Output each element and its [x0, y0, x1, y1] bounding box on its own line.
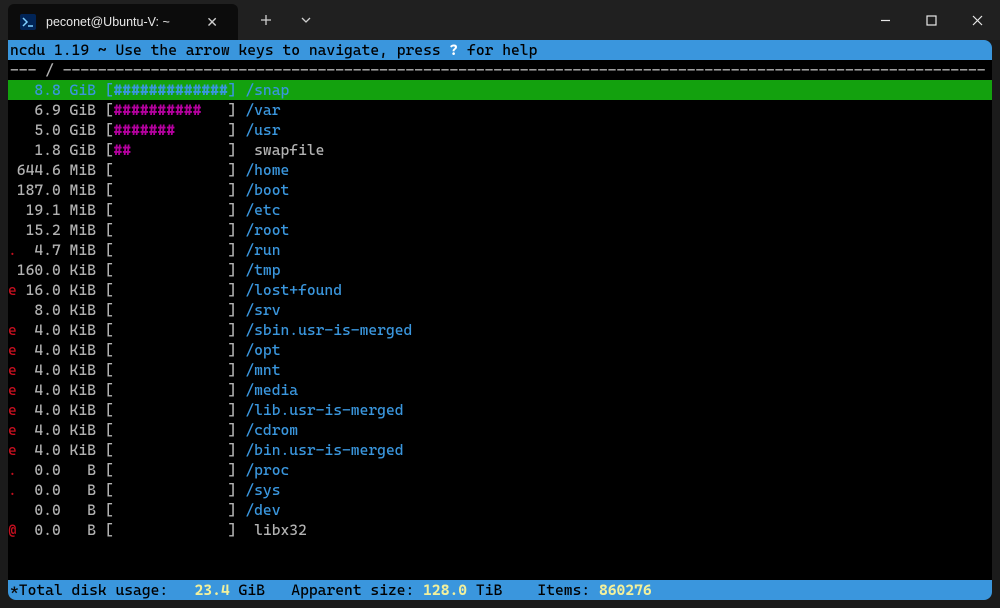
- window-titlebar: peconet@Ubuntu-V: ~ ✕: [0, 0, 1000, 40]
- ncdu-row[interactable]: 0.0 B [ ] /dev: [8, 500, 992, 520]
- ncdu-row[interactable]: e 4.0 KiB [ ] /sbin.usr-is-merged: [8, 320, 992, 340]
- ncdu-path-line: --- / ----------------------------------…: [8, 60, 992, 80]
- ncdu-row[interactable]: 19.1 MiB [ ] /etc: [8, 200, 992, 220]
- ncdu-row[interactable]: e 4.0 KiB [ ] /mnt: [8, 360, 992, 380]
- ncdu-row[interactable]: 160.0 KiB [ ] /tmp: [8, 260, 992, 280]
- ncdu-row[interactable]: 187.0 MiB [ ] /boot: [8, 180, 992, 200]
- ncdu-row[interactable]: 8.0 KiB [ ] /srv: [8, 300, 992, 320]
- ncdu-row[interactable]: e 4.0 KiB [ ] /opt: [8, 340, 992, 360]
- ncdu-row[interactable]: 8.8 GiB [#############] /snap: [8, 80, 992, 100]
- ncdu-row[interactable]: 15.2 MiB [ ] /root: [8, 220, 992, 240]
- ncdu-footer: *Total disk usage: 23.4 GiB Apparent siz…: [8, 580, 992, 600]
- powershell-icon: [20, 14, 36, 30]
- close-tab-icon[interactable]: ✕: [200, 12, 224, 33]
- ncdu-row[interactable]: 1.8 GiB [## ] swapfile: [8, 140, 992, 160]
- ncdu-row[interactable]: @ 0.0 B [ ] libx32: [8, 520, 992, 540]
- ncdu-row[interactable]: e 4.0 KiB [ ] /lib.usr-is-merged: [8, 400, 992, 420]
- terminal-tab[interactable]: peconet@Ubuntu-V: ~ ✕: [8, 4, 238, 40]
- ncdu-row[interactable]: . 0.0 B [ ] /proc: [8, 460, 992, 480]
- tab-dropdown-button[interactable]: [286, 0, 326, 40]
- ncdu-row[interactable]: e 4.0 KiB [ ] /bin.usr-is-merged: [8, 440, 992, 460]
- ncdu-row[interactable]: . 4.7 MiB [ ] /run: [8, 240, 992, 260]
- ncdu-row[interactable]: e 4.0 KiB [ ] /cdrom: [8, 420, 992, 440]
- terminal-viewport[interactable]: ncdu 1.19 ~ Use the arrow keys to naviga…: [8, 40, 992, 600]
- maximize-button[interactable]: [908, 0, 954, 40]
- new-tab-button[interactable]: [246, 0, 286, 40]
- ncdu-row[interactable]: 644.6 MiB [ ] /home: [8, 160, 992, 180]
- ncdu-row[interactable]: 5.0 GiB [####### ] /usr: [8, 120, 992, 140]
- ncdu-row[interactable]: 6.9 GiB [########## ] /var: [8, 100, 992, 120]
- ncdu-row[interactable]: . 0.0 B [ ] /sys: [8, 480, 992, 500]
- titlebar-spacer: [326, 0, 862, 40]
- close-window-button[interactable]: [954, 0, 1000, 40]
- ncdu-header: ncdu 1.19 ~ Use the arrow keys to naviga…: [8, 40, 992, 60]
- minimize-button[interactable]: [862, 0, 908, 40]
- tab-title: peconet@Ubuntu-V: ~: [46, 15, 190, 29]
- ncdu-row[interactable]: e 4.0 KiB [ ] /media: [8, 380, 992, 400]
- ncdu-row[interactable]: e 16.0 KiB [ ] /lost+found: [8, 280, 992, 300]
